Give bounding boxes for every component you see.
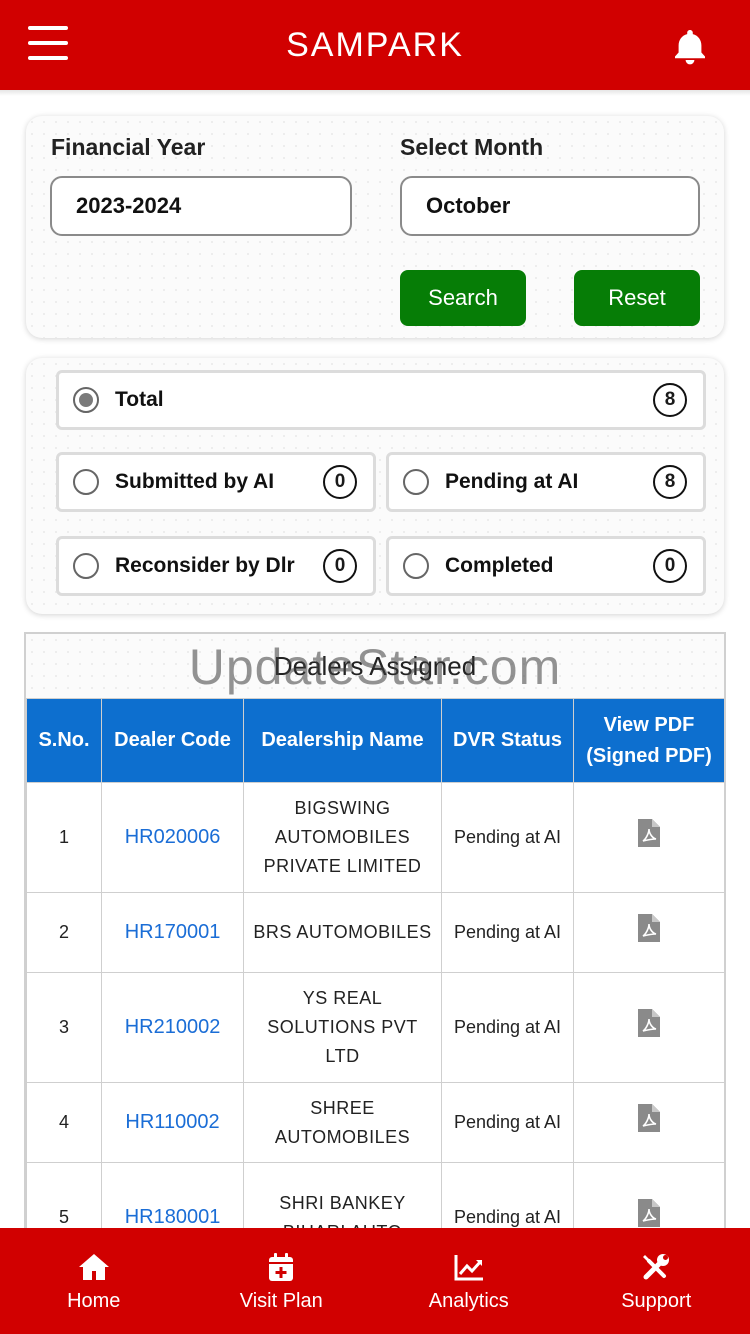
table-row: 3 HR210002 YS REAL SOLUTIONS PVT LTD Pen… <box>26 972 724 1083</box>
count-badge: 0 <box>653 549 687 583</box>
column-header-sno: S.No. <box>26 698 102 783</box>
status-option-total[interactable]: Total 8 <box>56 370 706 430</box>
cell-pdf <box>573 972 724 1083</box>
cell-dvr-status: Pending at AI <box>441 1162 574 1230</box>
status-option-label: Submitted by AI <box>115 470 275 493</box>
app-header: SAMPARK <box>0 0 750 90</box>
nav-home-label: Home <box>67 1289 121 1312</box>
status-option-pending[interactable]: Pending at AI 8 <box>386 452 706 512</box>
cell-dvr-status: Pending at AI <box>441 782 574 893</box>
nav-visit-plan-label: Visit Plan <box>239 1289 323 1312</box>
count-badge: 0 <box>323 465 357 499</box>
cell-pdf <box>573 782 724 893</box>
cell-sno: 2 <box>26 892 102 973</box>
table-row: 2 HR170001 BRS AUTOMOBILES Pending at AI <box>26 892 724 973</box>
column-header-pdf: View PDF (Signed PDF) <box>573 698 724 783</box>
pdf-header-line2: (Signed PDF) <box>586 744 712 767</box>
nav-support-label: Support <box>621 1289 692 1312</box>
status-option-label: Reconsider by Dlr <box>115 554 295 577</box>
table-row: 4 HR110002 SHREE AUTOMOBILES Pending at … <box>26 1082 724 1163</box>
cell-dealer-code-link[interactable]: HR170001 <box>101 892 244 973</box>
pdf-file-icon[interactable] <box>638 1199 660 1227</box>
cell-dvr-status: Pending at AI <box>441 1082 574 1163</box>
cell-sno: 5 <box>26 1162 102 1230</box>
dealers-table: S.No. Dealer Code Dealership Name DVR St… <box>26 698 724 1230</box>
nav-support[interactable]: Support <box>563 1228 750 1334</box>
nav-home[interactable]: Home <box>0 1228 188 1334</box>
cell-sno: 1 <box>26 782 102 893</box>
status-option-label: Pending at AI <box>445 470 579 493</box>
cell-pdf <box>573 1162 724 1230</box>
table-title: Dealers Assigned UpdateStar.com <box>26 634 724 698</box>
header-shadow <box>0 90 750 96</box>
status-option-label: Completed <box>445 554 554 577</box>
table-row: 1 HR020006 BIGSWING AUTOMOBILES PRIVATE … <box>26 782 724 893</box>
filter-card: Financial Year 2023-2024 Select Month Oc… <box>26 116 724 338</box>
app-title: SAMPARK <box>286 25 464 64</box>
dealers-table-panel[interactable]: Dealers Assigned UpdateStar.com S.No. De… <box>24 632 726 1232</box>
column-header-code: Dealer Code <box>101 698 244 783</box>
cell-dealer-code-link[interactable]: HR110002 <box>101 1082 244 1163</box>
table-title-text: Dealers Assigned <box>273 650 477 681</box>
pdf-file-icon[interactable] <box>638 914 660 942</box>
radio-unchecked-icon[interactable] <box>73 469 99 495</box>
radio-unchecked-icon[interactable] <box>403 469 429 495</box>
cell-dealership-name: BRS AUTOMOBILES <box>243 892 442 973</box>
radio-checked-icon[interactable] <box>73 387 99 413</box>
radio-unchecked-icon[interactable] <box>73 553 99 579</box>
cell-pdf <box>573 892 724 973</box>
nav-analytics-label: Analytics <box>428 1289 509 1312</box>
pdf-header-line1: View PDF <box>603 713 695 736</box>
cell-dvr-status: Pending at AI <box>441 892 574 973</box>
search-button[interactable]: Search <box>400 270 526 326</box>
status-filter-card: Total 8 Submitted by AI 0 Pending at AI … <box>26 358 724 614</box>
cell-dealer-code-link[interactable]: HR210002 <box>101 972 244 1083</box>
status-option-submitted[interactable]: Submitted by AI 0 <box>56 452 376 512</box>
cell-dealer-code-link[interactable]: HR020006 <box>101 782 244 893</box>
status-option-reconsider[interactable]: Reconsider by Dlr 0 <box>56 536 376 596</box>
cell-dealership-name: YS REAL SOLUTIONS PVT LTD <box>243 972 442 1083</box>
nav-analytics[interactable]: Analytics <box>375 1228 563 1334</box>
cell-dvr-status: Pending at AI <box>441 972 574 1083</box>
pdf-file-icon[interactable] <box>638 1009 660 1037</box>
status-option-completed[interactable]: Completed 0 <box>386 536 706 596</box>
table-header-row: S.No. Dealer Code Dealership Name DVR St… <box>26 698 724 783</box>
radio-unchecked-icon[interactable] <box>403 553 429 579</box>
financial-year-select[interactable]: 2023-2024 <box>50 176 352 236</box>
financial-year-label: Financial Year <box>51 134 206 160</box>
bottom-navigation: Home Visit Plan Analytics Support <box>0 1228 750 1334</box>
cell-dealer-code-link[interactable]: HR180001 <box>101 1162 244 1230</box>
tools-icon <box>643 1253 670 1279</box>
hamburger-menu-icon[interactable] <box>28 26 68 60</box>
table-row: 5 HR180001 SHRI BANKEY BIHARI AUTO Pendi… <box>26 1162 724 1230</box>
home-icon <box>78 1253 109 1280</box>
cell-sno: 4 <box>26 1082 102 1163</box>
status-option-label: Total <box>115 388 164 411</box>
notification-bell-icon[interactable] <box>670 26 710 66</box>
cell-pdf <box>573 1082 724 1163</box>
month-select[interactable]: October <box>400 176 700 236</box>
nav-visit-plan[interactable]: Visit Plan <box>188 1228 376 1334</box>
count-badge: 8 <box>653 465 687 499</box>
reset-button[interactable]: Reset <box>574 270 700 326</box>
select-month-label: Select Month <box>400 134 544 160</box>
cell-dealership-name: SHREE AUTOMOBILES <box>243 1082 442 1163</box>
cell-dealership-name: BIGSWING AUTOMOBILES PRIVATE LIMITED <box>243 782 442 893</box>
count-badge: 0 <box>323 549 357 583</box>
calendar-plus-icon <box>269 1252 294 1281</box>
column-header-name: Dealership Name <box>243 698 442 783</box>
cell-dealership-name: SHRI BANKEY BIHARI AUTO <box>243 1162 442 1230</box>
chart-line-icon <box>454 1254 483 1280</box>
column-header-status: DVR Status <box>441 698 574 783</box>
count-badge: 8 <box>653 383 687 417</box>
cell-sno: 3 <box>26 972 102 1083</box>
pdf-file-icon[interactable] <box>638 819 660 847</box>
pdf-file-icon[interactable] <box>638 1104 660 1132</box>
